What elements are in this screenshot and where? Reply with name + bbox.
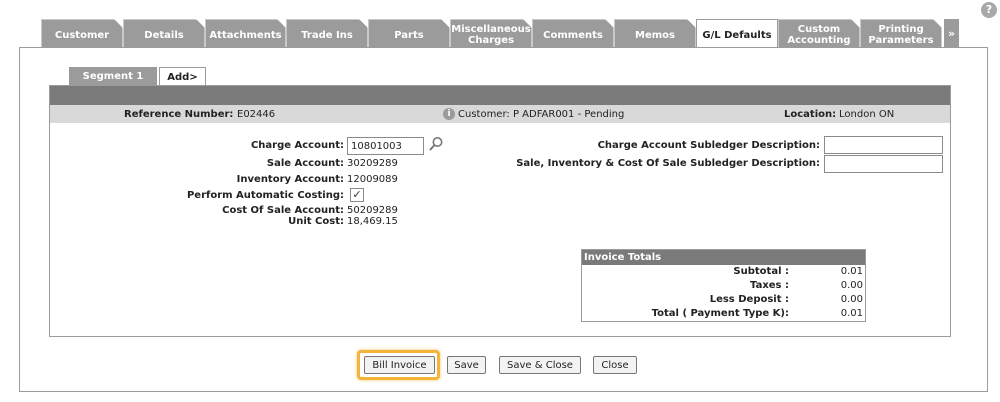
totals-value: 0.01 [840, 266, 863, 277]
totals-row-total: Total ( Payment Type K): 0.01 [582, 308, 865, 322]
tab-printing-parameters[interactable]: Printing Parameters [860, 19, 942, 47]
close-button[interactable]: Close [593, 356, 637, 374]
search-icon[interactable] [428, 136, 444, 152]
save-button[interactable]: Save [447, 356, 486, 374]
location-value: London ON [839, 109, 895, 120]
tab-parts[interactable]: Parts [368, 19, 450, 47]
tab-details[interactable]: Details [123, 19, 205, 47]
tab-gl-defaults[interactable]: G/L Defaults [696, 19, 778, 48]
sale-account-label: Sale Account: [266, 158, 344, 169]
save-close-button[interactable]: Save & Close [499, 356, 581, 374]
totals-label: Taxes : [750, 280, 789, 291]
customer-status: Customer: P ADFAR001 - Pending [458, 109, 625, 120]
tab-comments[interactable]: Comments [532, 19, 614, 47]
unit-cost-value: 18,469.15 [347, 216, 398, 227]
tab-customer[interactable]: Customer [41, 19, 123, 47]
tab-memos[interactable]: Memos [614, 19, 696, 47]
totals-value: 0.00 [840, 280, 863, 291]
segment-add-tab[interactable]: Add> [159, 67, 206, 86]
reference-number-label: Reference Number: [124, 109, 234, 120]
totals-value: 0.00 [840, 294, 863, 305]
totals-value: 0.01 [840, 308, 863, 319]
totals-row-taxes: Taxes : 0.00 [582, 280, 865, 294]
tab-miscellaneous-charges[interactable]: Miscellaneous Charges [450, 19, 532, 47]
tab-trade-ins[interactable]: Trade Ins [286, 19, 368, 47]
auto-costing-label: Perform Automatic Costing: [186, 190, 344, 201]
segment-header-bar [50, 86, 950, 105]
auto-costing-checkbox[interactable]: ✓ [350, 188, 364, 202]
location-label: Location: [784, 109, 837, 120]
totals-row-deposit: Less Deposit : 0.00 [582, 294, 865, 308]
charge-account-label: Charge Account: [250, 140, 344, 151]
charge-subledger-input[interactable] [824, 136, 943, 154]
invoice-totals-box: Invoice Totals Subtotal : 0.01 Taxes : 0… [581, 249, 866, 322]
charge-account-input[interactable] [347, 137, 424, 155]
charge-subledger-label: Charge Account Subledger Description: [597, 140, 820, 151]
sale-subledger-input[interactable] [824, 155, 943, 173]
invoice-totals-header: Invoice Totals [582, 250, 865, 265]
inventory-account-value: 12009089 [347, 174, 398, 185]
segment-tab-1[interactable]: Segment 1 [69, 67, 157, 86]
reference-number-value: E02446 [237, 109, 276, 120]
tab-attachments[interactable]: Attachments [205, 19, 286, 47]
sale-subledger-label: Sale, Inventory & Cost Of Sale Subledger… [516, 158, 820, 169]
help-icon[interactable]: ? [981, 2, 997, 18]
info-icon[interactable]: i [443, 108, 455, 120]
bill-invoice-button[interactable]: Bill Invoice [364, 356, 435, 374]
cost-of-sale-label: Cost Of Sale Account: [222, 205, 344, 216]
cost-of-sale-value: 50209289 [347, 205, 398, 216]
totals-row-subtotal: Subtotal : 0.01 [582, 266, 865, 280]
sale-account-value: 30209289 [347, 158, 398, 169]
tab-scroll-right-icon[interactable]: » [944, 19, 959, 47]
totals-label: Subtotal : [733, 266, 789, 277]
inventory-account-label: Inventory Account: [236, 174, 344, 185]
unit-cost-label: Unit Cost: [288, 216, 344, 227]
totals-label: Total ( Payment Type K): [651, 308, 789, 319]
totals-label: Less Deposit : [709, 294, 789, 305]
tab-custom-accounting[interactable]: Custom Accounting [778, 19, 860, 47]
